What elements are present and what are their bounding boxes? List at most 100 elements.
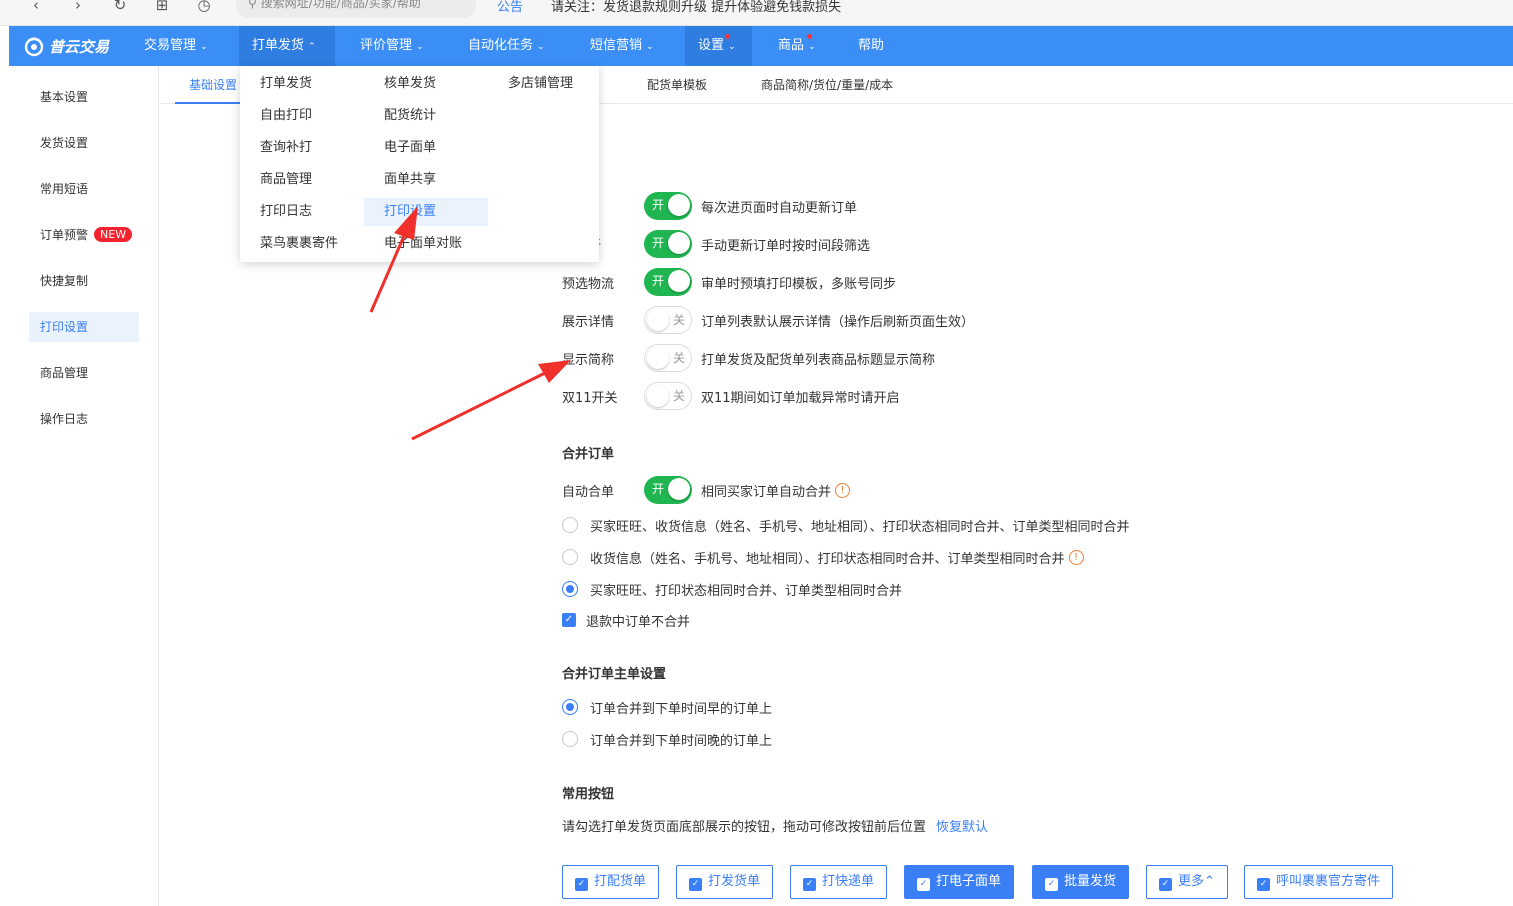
toggle-switch[interactable]: 开 (644, 230, 692, 258)
menu-item-print-ship[interactable]: 打单发货 (240, 70, 364, 98)
sidebar-item-goods[interactable]: 商品管理 (29, 358, 139, 388)
reload-icon[interactable]: ↻ (108, 0, 132, 18)
settings-sidebar: 基本设置 发货设置 常用短语 订单预警 NEW 快捷复制 打印设置 商品管理 操作… (9, 66, 159, 906)
menu-item-goods-manage[interactable]: 商品管理 (240, 166, 364, 194)
checkbox-checked[interactable]: ✓ (562, 613, 576, 627)
print-eorder-button[interactable]: ✓ 打电子面单 (904, 865, 1015, 899)
radio-button[interactable] (562, 731, 578, 747)
merge-option[interactable]: 买家旺旺、打印状态相同时合并、订单类型相同时合并 (562, 575, 902, 603)
chevron-down-icon: ⌄ (200, 42, 208, 52)
setting-label: 展示详情 (562, 314, 615, 330)
menu-item-eorder-share[interactable]: 面单共享 (364, 166, 488, 194)
sidebar-item-basic[interactable]: 基本设置 (29, 82, 139, 112)
warning-icon[interactable]: ! (1068, 549, 1084, 565)
refund-no-merge-option[interactable]: ✓ 退款中订单不合并 (562, 606, 690, 634)
merge-section-title: 合并订单 (562, 447, 615, 462)
call-guoguo-button[interactable]: ✓ 呼叫裹裹官方寄件 (1244, 865, 1394, 899)
setting-desc: 手动更新订单时按时间段筛选 (701, 238, 871, 254)
sidebar-item-shipping[interactable]: 发货设置 (29, 128, 139, 158)
search-icon: ⚲ (248, 0, 261, 10)
toggle-switch[interactable]: 关 (644, 382, 692, 410)
main-order-section-title: 合并订单主单设置 (562, 667, 667, 682)
merge-option[interactable]: 收货信息（姓名、手机号、地址相同）、打印状态相同时合并、订单类型相同时合并! (562, 543, 1084, 571)
setting-row: 双11开关 关 双11期间如订单加载异常时请开启 (562, 382, 900, 410)
sidebar-item-order-alert[interactable]: 订单预警 NEW (29, 220, 139, 250)
logo-icon (24, 37, 44, 57)
buttons-section-title: 常用按钮 (562, 787, 615, 802)
radio-button-checked[interactable] (562, 581, 578, 597)
nav-settings[interactable]: 设置 ⌄ (685, 26, 752, 66)
setting-desc: 双11期间如订单加载异常时请开启 (701, 390, 900, 406)
bookmark-icon[interactable]: ⊞ (150, 0, 174, 18)
sidebar-item-print-settings[interactable]: 打印设置 (29, 312, 139, 342)
more-button[interactable]: ✓ 更多⌃ (1146, 865, 1228, 899)
sidebar-item-logs[interactable]: 操作日志 (29, 404, 139, 434)
menu-item-free-print[interactable]: 自由打印 (240, 102, 364, 130)
app-logo[interactable]: 普云交易 (23, 33, 109, 59)
forward-icon[interactable]: › (66, 0, 90, 18)
restore-default-link[interactable]: 恢复默认 (936, 816, 988, 835)
nav-goods[interactable]: 商品 ⌄ (765, 26, 829, 66)
main-order-option[interactable]: 订单合并到下单时间早的订单上 (562, 693, 772, 721)
top-navigation: 普云交易 交易管理 ⌄ 打单发货 ⌃ 评价管理 ⌄ 自动化任务 ⌄ 短信营销 ⌄ 设置 ⌄ … (9, 26, 1513, 66)
radio-button-checked[interactable] (562, 699, 578, 715)
auto-merge-row: 自动合单 开 相同买家订单自动合并! (562, 476, 851, 504)
nav-print-ship[interactable]: 打单发货 ⌃ (239, 26, 335, 66)
nav-sms[interactable]: 短信营销 ⌄ (577, 26, 667, 66)
chevron-down-icon: ⌄ (646, 42, 654, 52)
menu-item-check-ship[interactable]: 核单发货 (364, 70, 488, 98)
setting-label: 双11开关 (562, 390, 618, 406)
chevron-up-icon: ⌃ (308, 42, 316, 52)
nav-review[interactable]: 评价管理 ⌄ (347, 26, 437, 66)
tab-goods-short-name[interactable]: 商品简称/货位/重量/成本 (761, 66, 893, 104)
setting-row: 显示简称 关 打单发货及配货单列表商品标题显示简称 (562, 344, 935, 372)
batch-ship-button[interactable]: ✓ 批量发货 (1032, 865, 1130, 899)
nav-trade[interactable]: 交易管理 ⌄ (131, 26, 221, 66)
radio-button[interactable] (562, 549, 578, 565)
warning-icon[interactable]: ! (835, 482, 851, 498)
back-icon[interactable]: ‹ (24, 0, 48, 18)
sidebar-item-phrases[interactable]: 常用短语 (29, 174, 139, 204)
setting-row: 展示详情 关 订单列表默认展示详情（操作后刷新页面生效） (562, 306, 974, 334)
toggle-switch[interactable]: 关 (644, 344, 692, 372)
setting-desc: 审单时预填打印模板，多账号同步 (701, 276, 897, 292)
menu-item-picking-stats[interactable]: 配货统计 (364, 102, 488, 130)
main-order-option[interactable]: 订单合并到下单时间晚的订单上 (562, 725, 772, 753)
setting-row: 更新 开 每次进页面时自动更新订单 (562, 192, 857, 220)
menu-item-reprint[interactable]: 查询补打 (240, 134, 364, 162)
logo-text: 普云交易 (49, 37, 110, 56)
merge-option[interactable]: 买家旺旺、收货信息（姓名、手机号、地址相同）、打印状态相同时合并、订单类型相同时… (562, 511, 1130, 539)
menu-item-eorder-reconcile[interactable]: 电子面单对账 (364, 230, 488, 258)
history-icon[interactable]: ◷ (192, 0, 216, 18)
chevron-down-icon: ⌄ (537, 42, 545, 52)
menu-item-eorder[interactable]: 电子面单 (364, 134, 488, 162)
menu-item-cainiao-send[interactable]: 菜鸟裹裹寄件 (240, 230, 364, 258)
setting-label: 自动合单 (562, 484, 615, 500)
search-input[interactable]: ⚲ 搜索网址/功能/商品/买家/帮助 (236, 0, 476, 18)
tab-picking-template[interactable]: 配货单模板 (647, 66, 707, 104)
announcement-text[interactable]: 请关注：发货退款规则升级 提升体验避免钱款损失 (551, 0, 841, 15)
print-express-button[interactable]: ✓ 打快递单 (790, 865, 888, 899)
chevron-down-icon: ⌄ (808, 42, 816, 52)
checkbox-checked-icon: ✓ (1257, 878, 1270, 891)
toggle-switch[interactable]: 开 (644, 192, 692, 220)
print-ship-dropdown: 打单发货 自由打印 查询补打 商品管理 打印日志 菜鸟裹裹寄件 核单发货 配货统… (240, 66, 599, 262)
checkbox-checked-icon: ✓ (917, 878, 930, 891)
notification-dot (725, 34, 730, 39)
chevron-down-icon: ⌄ (416, 42, 424, 52)
sidebar-item-quick-copy[interactable]: 快捷复制 (29, 266, 139, 296)
menu-item-print-settings[interactable]: 打印设置 (364, 198, 488, 226)
setting-desc: 每次进页面时自动更新订单 (701, 200, 858, 216)
radio-button[interactable] (562, 517, 578, 533)
toggle-switch[interactable]: 开 (644, 268, 692, 296)
print-picking-button[interactable]: ✓ 打配货单 (562, 865, 660, 899)
print-invoice-button[interactable]: ✓ 打发货单 (676, 865, 774, 899)
nav-automation[interactable]: 自动化任务 ⌄ (455, 26, 558, 66)
toggle-switch[interactable]: 关 (644, 306, 692, 334)
menu-item-multi-store[interactable]: 多店铺管理 (488, 70, 599, 98)
menu-item-print-log[interactable]: 打印日志 (240, 198, 364, 226)
toggle-switch[interactable]: 开 (644, 476, 692, 504)
setting-desc: 相同买家订单自动合并 (701, 484, 832, 500)
nav-help[interactable]: 帮助 (845, 26, 897, 66)
announcement-tag[interactable]: 公告 (497, 0, 523, 15)
